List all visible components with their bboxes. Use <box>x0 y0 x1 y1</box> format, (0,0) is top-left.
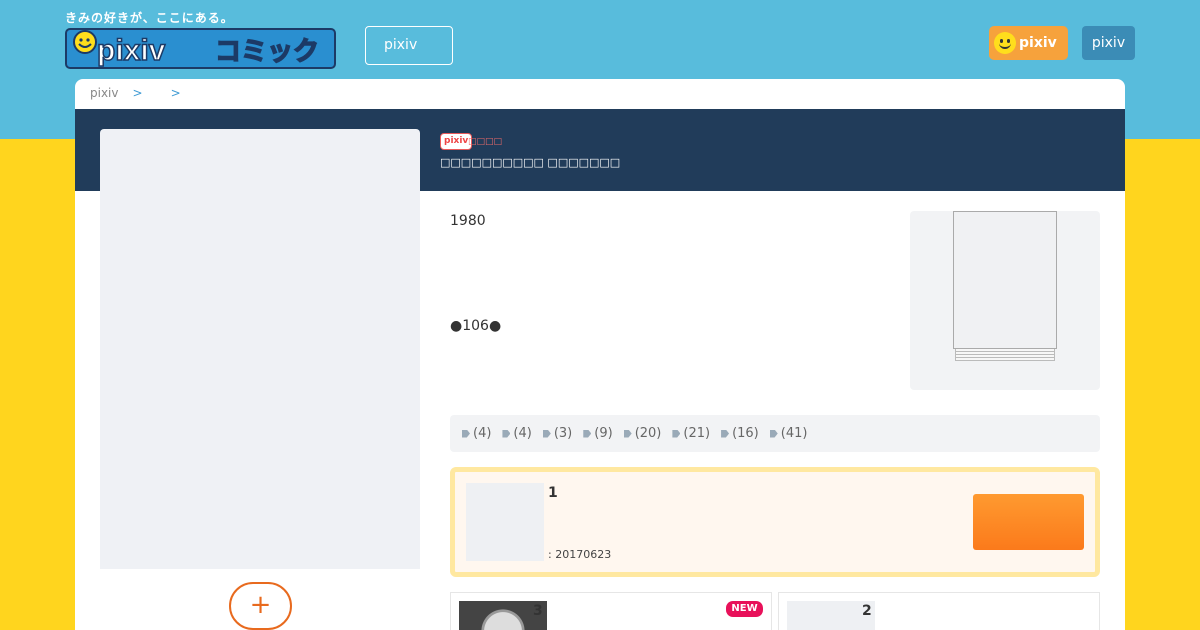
smile-icon <box>994 32 1016 54</box>
search-input[interactable]: pixiv <box>365 26 453 65</box>
tag-label: (4) <box>513 426 532 441</box>
follow-panel: + <box>110 569 410 630</box>
episode-number: 1 <box>548 485 558 501</box>
pixiv-app-button[interactable]: pixiv <box>989 26 1068 60</box>
tag-item[interactable]: (4) <box>502 426 532 441</box>
tag-item[interactable]: (20) <box>623 426 662 441</box>
breadcrumb-home[interactable]: pixiv <box>90 86 119 100</box>
tag-item[interactable]: (16) <box>721 426 759 441</box>
tag-icon <box>583 429 592 438</box>
publisher-name[interactable]: □□□□ <box>468 137 502 147</box>
work-description-line: ●106● <box>450 318 502 334</box>
tag-icon <box>769 429 778 438</box>
tag-label: (16) <box>732 426 759 441</box>
tag-icon <box>623 429 632 438</box>
tag-icon <box>462 429 470 438</box>
breadcrumb-separator: > <box>132 86 143 100</box>
follow-plus-button[interactable]: + <box>229 582 292 630</box>
tag-label: (4) <box>473 426 492 441</box>
tag-label: (21) <box>683 426 711 441</box>
tag-label: (3) <box>553 426 573 441</box>
work-title: □□□□□□□□□□ □□□□□□□ <box>440 156 621 169</box>
tag-item[interactable]: (3) <box>542 426 573 441</box>
tag-label: (20) <box>634 426 662 441</box>
episode-date: : 20170623 <box>548 548 612 561</box>
episode-number: 3 <box>533 603 543 619</box>
svg-text:pixiv: pixiv <box>97 34 166 67</box>
breadcrumb-separator: > <box>170 86 181 100</box>
tag-item[interactable]: (9) <box>583 426 613 441</box>
tag-item[interactable]: (4) <box>462 426 491 441</box>
episode-card[interactable]: 2 <box>778 592 1100 630</box>
first-episode-card[interactable]: 1 : 20170623 <box>450 467 1100 577</box>
pixiv-button-label: pixiv <box>1019 35 1057 51</box>
login-button[interactable]: pixiv <box>1082 26 1135 60</box>
svg-text:コミック: コミック <box>215 37 319 67</box>
tag-list: (4) (4) (3) (9) (20) (21) (16) (41) <box>450 415 1100 452</box>
page-stack-icon <box>953 211 1057 349</box>
work-description-line: 1980 <box>450 213 486 229</box>
episode-thumbnail <box>466 483 544 561</box>
page-stack-layer <box>955 358 1055 361</box>
read-first-episode-button[interactable] <box>973 494 1084 550</box>
breadcrumb: pixiv > > <box>90 86 195 100</box>
tag-icon <box>502 429 511 438</box>
tag-label: (41) <box>780 426 808 441</box>
tag-item[interactable]: (21) <box>672 426 710 441</box>
site-tagline: きみの好きが、ここにある。 <box>65 11 234 25</box>
tag-icon <box>542 429 551 438</box>
new-badge: NEW <box>726 601 763 617</box>
work-card: pixiv > > + pixiv □□□□ □□□□□□□□□□ □□□□□□… <box>75 79 1125 630</box>
tag-icon <box>721 429 730 438</box>
cover-image <box>100 129 420 569</box>
episode-card[interactable]: 3 NEW <box>450 592 772 630</box>
tag-icon <box>672 429 681 438</box>
tag-label: (9) <box>594 426 613 441</box>
episode-number: 2 <box>862 603 872 619</box>
volume-thumbnail[interactable] <box>910 211 1100 390</box>
pixiv-comic-logo[interactable]: pixiv コミック <box>65 27 336 70</box>
tag-item[interactable]: (41) <box>769 426 808 441</box>
